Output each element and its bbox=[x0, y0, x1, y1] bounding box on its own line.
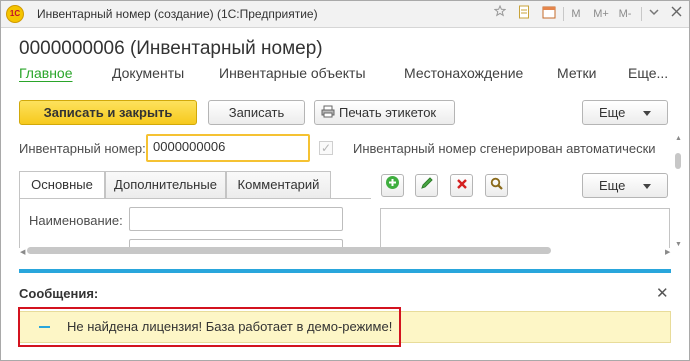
panel-more-label: Еще bbox=[598, 178, 626, 193]
app-window: 1С Инвентарный номер (создание) (1С:Пред… bbox=[0, 0, 690, 361]
delete-icon bbox=[456, 179, 467, 189]
calendar-icon[interactable] bbox=[541, 5, 557, 23]
memory-minus-icon[interactable]: M- bbox=[617, 5, 633, 23]
search-icon bbox=[490, 177, 503, 190]
chevron-down-icon bbox=[643, 111, 652, 117]
nav-location[interactable]: Местонахождение bbox=[404, 65, 523, 81]
save-button[interactable]: Записать bbox=[208, 100, 305, 125]
add-icon bbox=[386, 176, 399, 189]
chevron-down-icon bbox=[643, 184, 652, 190]
close-icon[interactable] bbox=[669, 5, 683, 23]
save-and-close-button[interactable]: Записать и закрыть bbox=[19, 100, 197, 125]
print-labels-button[interactable]: Печать этикеток bbox=[314, 100, 455, 125]
add-button[interactable] bbox=[381, 174, 404, 197]
nav-tags[interactable]: Метки bbox=[557, 65, 597, 81]
messages-divider[interactable] bbox=[19, 269, 671, 273]
search-button[interactable] bbox=[485, 174, 508, 197]
print-labels-label: Печать этикеток bbox=[339, 105, 437, 120]
document-icon[interactable] bbox=[517, 5, 531, 23]
inv-number-field[interactable]: 0000000006 bbox=[146, 134, 310, 162]
edit-icon bbox=[420, 177, 433, 189]
form-navigation: Главное Документы Инвентарные объекты Ме… bbox=[1, 65, 689, 87]
horizontal-scrollbar[interactable] bbox=[27, 247, 551, 254]
nav-inventory-objects[interactable]: Инвентарные объекты bbox=[219, 65, 366, 81]
more-button[interactable]: Еще bbox=[582, 100, 668, 125]
messages-close-icon[interactable]: ✕ bbox=[656, 284, 669, 302]
memory-plus-icon[interactable]: M+ bbox=[592, 5, 610, 23]
nav-more[interactable]: Еще... bbox=[628, 65, 668, 81]
name-label: Наименование: bbox=[29, 213, 123, 228]
auto-generated-checkbox[interactable]: ✓ bbox=[319, 141, 333, 155]
nav-documents[interactable]: Документы bbox=[112, 65, 184, 81]
panel-more-button[interactable]: Еще bbox=[582, 173, 668, 198]
tab-additional[interactable]: Дополнительные bbox=[105, 171, 226, 198]
scroll-left-icon[interactable]: ◀ bbox=[20, 248, 25, 256]
tab-main[interactable]: Основные bbox=[19, 171, 105, 199]
scroll-down-icon[interactable]: ▼ bbox=[675, 241, 682, 248]
name-field[interactable] bbox=[129, 207, 343, 231]
page-title: 0000000006 (Инвентарный номер) bbox=[19, 38, 323, 59]
inv-number-label: Инвентарный номер: bbox=[19, 141, 146, 156]
delete-button[interactable] bbox=[450, 174, 473, 197]
edit-button[interactable] bbox=[415, 174, 438, 197]
printer-icon bbox=[321, 102, 335, 125]
messages-header: Сообщения: bbox=[19, 286, 99, 301]
title-bar: 1С Инвентарный номер (создание) (1С:Пред… bbox=[1, 1, 689, 28]
message-highlight-frame bbox=[18, 307, 401, 347]
memory-icon[interactable]: M bbox=[570, 5, 582, 23]
app-logo-icon: 1С bbox=[6, 5, 24, 23]
vertical-scrollbar[interactable] bbox=[675, 153, 681, 169]
window-title: Инвентарный номер (создание) (1С:Предпри… bbox=[37, 7, 318, 21]
tab-comment[interactable]: Комментарий bbox=[226, 171, 331, 198]
menu-icon[interactable] bbox=[648, 5, 660, 23]
right-panel-list bbox=[380, 208, 670, 248]
scroll-right-icon[interactable]: ▶ bbox=[665, 248, 670, 256]
auto-generated-label: Инвентарный номер сгенерирован автоматич… bbox=[353, 141, 656, 156]
nav-main[interactable]: Главное bbox=[19, 65, 73, 81]
more-button-label: Еще bbox=[598, 105, 626, 120]
star-icon[interactable] bbox=[493, 4, 507, 23]
scroll-up-icon[interactable]: ▲ bbox=[675, 135, 682, 142]
